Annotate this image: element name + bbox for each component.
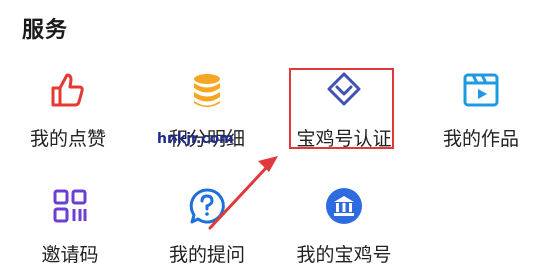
service-item-my-account[interactable]: 我的宝鸡号 — [279, 186, 409, 267]
service-item-works[interactable]: 我的作品 — [416, 70, 546, 151]
service-label: 我的宝鸡号 — [296, 244, 392, 266]
service-item-likes[interactable]: 我的点赞 — [3, 70, 133, 151]
coin-stack-icon — [194, 74, 220, 107]
service-label: 我的作品 — [442, 128, 519, 150]
bank-building-icon — [326, 188, 362, 224]
service-label: 我的点赞 — [29, 128, 106, 150]
thumbs-up-icon — [51, 73, 84, 107]
video-icon — [463, 73, 499, 107]
question-bubble-icon — [189, 188, 225, 224]
section-title: 服务 — [22, 18, 69, 43]
service-label: 邀请码 — [41, 244, 99, 266]
watermark: hnkjr.com — [157, 131, 234, 147]
qr-code-icon — [53, 189, 87, 223]
service-item-questions[interactable]: 我的提问 — [142, 186, 272, 267]
highlight-box — [289, 68, 394, 149]
service-label: 我的提问 — [168, 244, 245, 266]
service-item-invite-code[interactable]: 邀请码 — [5, 186, 135, 267]
